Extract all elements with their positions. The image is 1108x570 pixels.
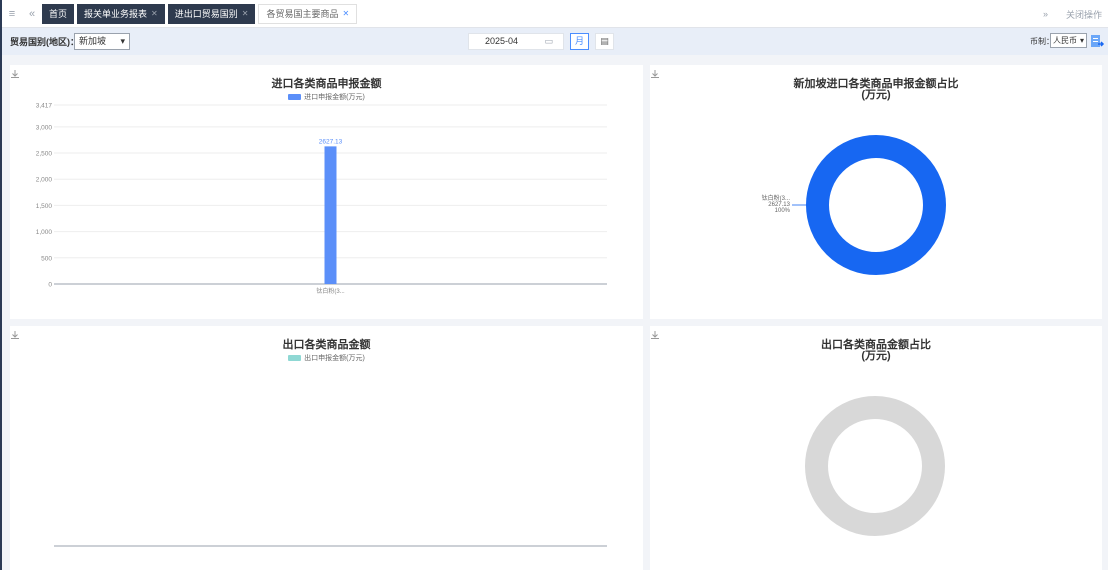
country-select[interactable]: 新加坡 ▾: [74, 33, 130, 50]
app-window: ≡ « 首页 报关单业务报表 ✕ 进出口贸易国别 ✕ 各贸易国主要商品 ✕ » 关闭操…: [0, 0, 1108, 570]
export-donut-chart: [805, 396, 945, 536]
export-bar-chart-panel: 出口各类商品金额 出口申报金额(万元): [10, 326, 643, 570]
chevron-down-icon: ▾: [1079, 36, 1084, 45]
close-operations-button[interactable]: 关闭操作: [1066, 8, 1102, 21]
export-report-icon[interactable]: [1090, 33, 1105, 49]
import-bar-chart: 3,417 3,000 2,500 2,000 1,500 1,000 500 0 2627.1…: [36, 103, 607, 295]
data-label: 2627.13: [319, 138, 343, 145]
month-picker-value: 2025-04: [485, 36, 519, 46]
scroll-left-icon[interactable]: «: [22, 0, 42, 28]
chevron-down-icon: ▾: [120, 36, 125, 46]
tab-bar: ≡ « 首页 报关单业务报表 ✕ 进出口贸易国别 ✕ 各贸易国主要商品 ✕ » 关闭操…: [2, 0, 1108, 28]
slice-percent-label: 100%: [775, 208, 791, 214]
bar: [324, 146, 337, 284]
month-toggle-button[interactable]: 月: [570, 33, 589, 50]
currency-select[interactable]: 人民币 ▾: [1050, 33, 1087, 48]
y-tick-label: 3,417: [36, 103, 53, 110]
tab-trade-country[interactable]: 进出口贸易国别 ✕: [167, 3, 256, 24]
y-tick-label: 2,500: [36, 151, 53, 158]
donut-slice: [805, 396, 945, 536]
y-tick-label: 3,000: [36, 124, 53, 131]
calendar-icon: ▭: [544, 36, 553, 46]
import-bar-chart-panel: 进口各类商品申报金额 进口申报金额(万元) 3,417 3,000 2,500 2,0…: [10, 65, 643, 319]
close-icon[interactable]: ✕: [242, 9, 249, 18]
y-tick-label: 1,500: [36, 203, 53, 210]
country-label: 贸易国别(地区)：: [10, 37, 79, 47]
tab-trade-country-label: 进出口贸易国别: [174, 9, 238, 19]
y-tick-label: 1,000: [36, 229, 53, 236]
tab-country-main-goods[interactable]: 各贸易国主要商品 ✕: [258, 3, 358, 24]
slice-label: 钛白粉(3...: [762, 194, 791, 202]
close-icon[interactable]: ✕: [342, 9, 349, 18]
tab-customs-report-label: 报关单业务报表: [84, 9, 148, 19]
currency-select-value: 人民币: [1053, 36, 1077, 45]
tab-home-label: 首页: [49, 9, 68, 19]
import-donut-chart-panel: 新加坡进口各类商品申报金额占比 (万元) 钛白粉(3... 2627.13 100%: [650, 65, 1102, 319]
filter-bar: 贸易国别(地区)： 新加坡 ▾ 2025-04 ▭ 月 ▤ 币制： 人民币 ▾: [2, 28, 1108, 55]
year-toggle-button[interactable]: ▤: [595, 33, 614, 50]
country-select-value: 新加坡: [79, 36, 107, 46]
import-donut-chart: 钛白粉(3...2627.13100%: [762, 135, 946, 275]
y-tick-label: 2,000: [36, 177, 53, 184]
y-tick-label: 0: [48, 282, 52, 289]
x-tick-label: 钛白粉(3...: [316, 287, 345, 295]
tab-country-main-goods-label: 各贸易国主要商品: [266, 9, 339, 19]
donut-slice: [806, 135, 946, 275]
close-icon[interactable]: ✕: [151, 9, 158, 18]
y-tick-label: 500: [41, 255, 52, 262]
tab-home[interactable]: 首页: [42, 3, 75, 24]
export-bar-chart: [54, 545, 607, 547]
export-donut-chart-panel: 出口各类商品金额占比 (万元): [650, 326, 1102, 570]
month-picker-input[interactable]: 2025-04 ▭: [468, 33, 564, 50]
scroll-right-icon[interactable]: »: [1043, 9, 1048, 19]
menu-toggle-icon[interactable]: ≡: [2, 0, 22, 28]
tab-customs-report[interactable]: 报关单业务报表 ✕: [77, 3, 165, 24]
